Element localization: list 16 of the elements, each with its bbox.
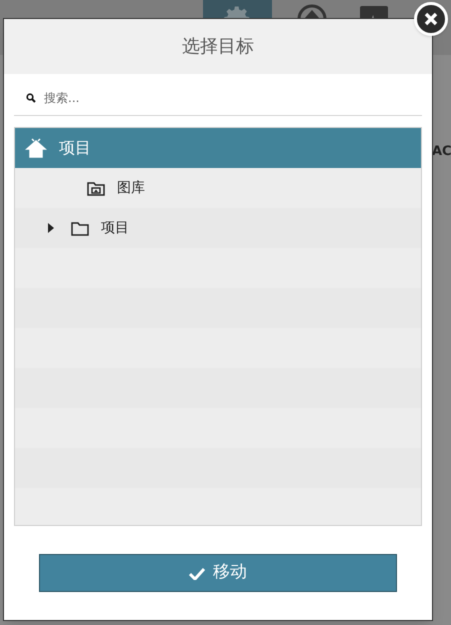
folder-icon (71, 220, 89, 236)
close-icon (424, 12, 438, 26)
tree-item-label: 图库 (117, 178, 145, 198)
image-folder-icon (87, 180, 105, 196)
house-icon (25, 138, 47, 158)
tree-item-label: 项目 (101, 218, 129, 238)
dialog-title: 选择目标 (182, 35, 254, 59)
selected-tree-item[interactable]: 项目 (15, 128, 421, 168)
check-icon (189, 566, 205, 580)
search-icon (26, 92, 36, 102)
caret-right-icon[interactable] (47, 223, 55, 233)
tree-item-label: 项目 (59, 137, 91, 159)
search-field[interactable]: 搜索... (44, 88, 410, 106)
backdrop-text: AC (432, 143, 451, 161)
move-button[interactable]: 移动 (39, 554, 397, 592)
tree-item[interactable]: 项目 (15, 208, 421, 248)
